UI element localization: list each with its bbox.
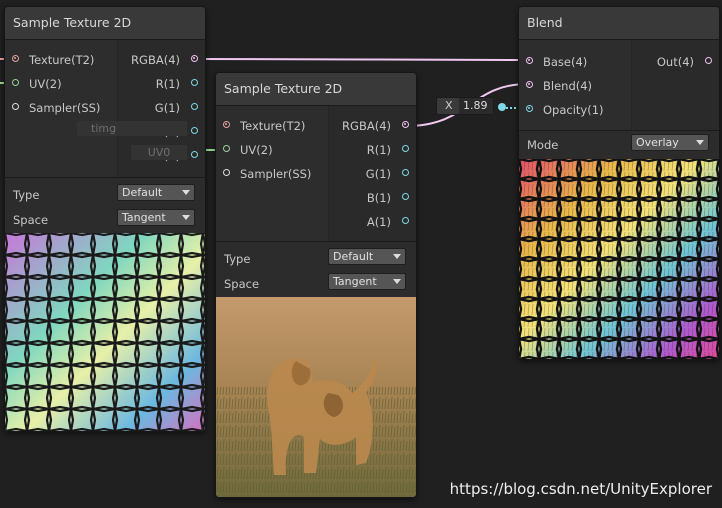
type-row: Type Default bbox=[224, 248, 408, 270]
port-dot-icon[interactable] bbox=[12, 79, 19, 86]
port-dot-icon[interactable] bbox=[402, 217, 409, 224]
space-dropdown[interactable]: Tangent bbox=[117, 209, 195, 226]
space-dropdown[interactable]: Tangent bbox=[328, 273, 406, 290]
port-dot-icon[interactable] bbox=[191, 151, 198, 158]
port-dot-icon[interactable] bbox=[402, 121, 409, 128]
node-title[interactable]: Sample Texture 2D bbox=[5, 7, 205, 40]
port-dot-icon[interactable] bbox=[402, 145, 409, 152]
mode-dropdown[interactable]: Overlay bbox=[631, 134, 709, 151]
output-a[interactable]: A(1) bbox=[367, 210, 416, 234]
chevron-down-icon bbox=[696, 140, 704, 145]
sample-texture-node-b[interactable]: Sample Texture 2D Texture(T2) UV(2) Samp… bbox=[215, 72, 417, 498]
ghost-texture-field: timg bbox=[77, 121, 187, 136]
output-g[interactable]: G(1) bbox=[155, 96, 205, 120]
output-rgba[interactable]: RGBA(4) bbox=[342, 114, 416, 138]
input-base[interactable]: Base(4) bbox=[519, 50, 587, 74]
input-sampler[interactable]: Sampler(SS) bbox=[216, 162, 311, 186]
port-dot-icon[interactable] bbox=[402, 169, 409, 176]
port-dot-icon[interactable] bbox=[526, 105, 533, 112]
mode-row: Mode Overlay bbox=[527, 134, 711, 156]
node-title[interactable]: Blend bbox=[519, 7, 719, 40]
texture-preview-lions bbox=[216, 297, 416, 497]
wire-a-rgba-to-base bbox=[195, 58, 529, 61]
blend-preview bbox=[519, 159, 719, 359]
chevron-down-icon bbox=[182, 190, 190, 195]
node-title[interactable]: Sample Texture 2D bbox=[216, 73, 416, 106]
port-dot-icon[interactable] bbox=[191, 79, 198, 86]
port-dot-icon[interactable] bbox=[223, 145, 230, 152]
output-r[interactable]: R(1) bbox=[156, 72, 205, 96]
chevron-down-icon bbox=[393, 279, 401, 284]
space-row: Space Tangent bbox=[224, 273, 408, 295]
sample-texture-node-a[interactable]: Sample Texture 2D Texture(T2) UV(2) Samp… bbox=[4, 6, 206, 432]
type-row: Type Default bbox=[13, 184, 197, 206]
watermark-url: https://blog.csdn.net/UnityExplorer bbox=[449, 480, 712, 498]
type-dropdown[interactable]: Default bbox=[117, 184, 195, 201]
port-dot-icon[interactable] bbox=[223, 121, 230, 128]
chevron-down-icon bbox=[393, 254, 401, 259]
space-row: Space Tangent bbox=[13, 209, 197, 231]
input-opacity[interactable]: Opacity(1) bbox=[519, 98, 604, 122]
output-r[interactable]: R(1) bbox=[367, 138, 416, 162]
input-texture[interactable]: Texture(T2) bbox=[5, 48, 94, 72]
input-uv[interactable]: UV(2) bbox=[5, 72, 62, 96]
port-dot-icon[interactable] bbox=[12, 55, 19, 62]
ghost-uv-field: UV0 bbox=[131, 145, 187, 160]
port-dot-icon[interactable] bbox=[223, 169, 230, 176]
blend-node[interactable]: Blend Base(4) Blend(4) Opacity(1) Out(4)… bbox=[518, 6, 720, 360]
texture-preview-voronoi bbox=[5, 233, 205, 431]
chevron-down-icon bbox=[182, 215, 190, 220]
output-rgba[interactable]: RGBA(4) bbox=[131, 48, 205, 72]
port-dot-icon[interactable] bbox=[191, 103, 198, 110]
port-dot-icon[interactable] bbox=[191, 55, 198, 62]
input-uv[interactable]: UV(2) bbox=[216, 138, 273, 162]
port-dot-icon[interactable] bbox=[705, 57, 712, 64]
input-sampler[interactable]: Sampler(SS) bbox=[5, 96, 100, 120]
port-dot-icon[interactable] bbox=[12, 103, 19, 110]
port-dot-icon[interactable] bbox=[191, 127, 198, 134]
input-texture[interactable]: Texture(T2) bbox=[216, 114, 305, 138]
port-dot-icon[interactable] bbox=[526, 81, 533, 88]
type-dropdown[interactable]: Default bbox=[328, 248, 406, 265]
output-g[interactable]: G(1) bbox=[366, 162, 416, 186]
opacity-field-port-icon[interactable] bbox=[498, 103, 506, 111]
port-dot-icon[interactable] bbox=[402, 193, 409, 200]
input-blend[interactable]: Blend(4) bbox=[519, 74, 592, 98]
output-b[interactable]: B(1) bbox=[367, 186, 416, 210]
output-out[interactable]: Out(4) bbox=[657, 50, 719, 74]
opacity-value-field[interactable]: X 1.89 bbox=[436, 97, 494, 115]
port-dot-icon[interactable] bbox=[526, 57, 533, 64]
